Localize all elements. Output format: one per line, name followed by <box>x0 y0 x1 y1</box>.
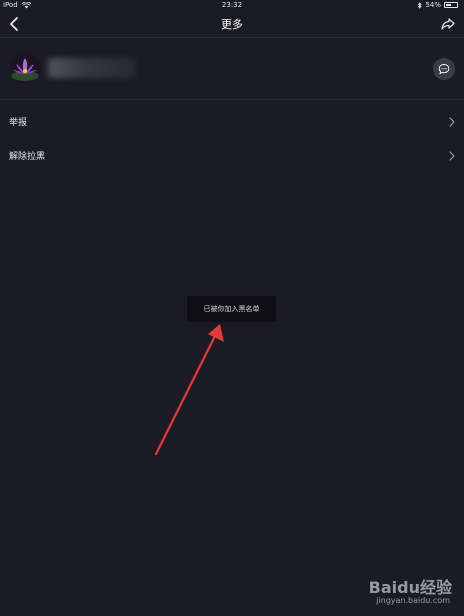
profile-divider <box>0 99 464 100</box>
status-time: 23:32 <box>221 1 243 9</box>
watermark-url: jingyan.baidu.com <box>376 596 450 605</box>
share-icon <box>441 18 455 30</box>
menu-item-unblock[interactable]: 解除拉黑 <box>0 138 464 174</box>
status-bar-right: 54% <box>417 0 458 10</box>
menu-item-report[interactable]: 举报 <box>0 104 464 140</box>
username-blurred <box>48 58 136 78</box>
menu-item-label: 举报 <box>9 118 28 128</box>
page-title: 更多 <box>221 18 243 31</box>
chevron-right-icon <box>449 151 455 161</box>
share-button[interactable] <box>440 16 456 32</box>
menu-item-label: 解除拉黑 <box>9 152 46 162</box>
chat-bubble-icon <box>438 64 450 75</box>
status-bar: iPod 23:32 54% <box>0 0 464 10</box>
battery-icon <box>444 2 458 8</box>
toast-message: 已被你加入黑名单 <box>203 305 260 313</box>
bluetooth-icon <box>418 1 423 9</box>
message-button[interactable] <box>433 58 455 80</box>
avatar[interactable] <box>9 52 41 84</box>
annotation-arrow <box>154 324 224 456</box>
lotus-avatar-image <box>9 52 41 84</box>
battery-level <box>446 4 452 6</box>
header-divider <box>0 37 464 38</box>
chevron-right-icon <box>449 117 455 127</box>
toast: 已被你加入黑名单 <box>187 296 276 322</box>
nav-bar: 更多 <box>0 10 464 38</box>
baidu-jingyan-watermark: Baidu经验 jingyan.baidu.com <box>332 574 452 610</box>
watermark-brand: Baidu经验 <box>368 578 452 597</box>
battery-percent: 54% <box>425 1 441 9</box>
